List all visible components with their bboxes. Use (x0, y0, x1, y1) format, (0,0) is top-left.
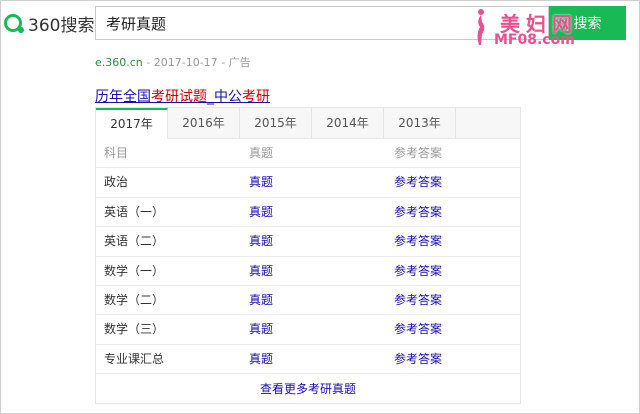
exam-link[interactable]: 真题 (249, 198, 273, 227)
table-row: 政治 真题 参考答案 (96, 168, 520, 198)
ad-title-part: 历年全国 (95, 89, 151, 105)
ad-title-keyword: 考研试题 (151, 89, 207, 105)
exam-link[interactable]: 真题 (249, 315, 273, 344)
exam-table: 科目 真题 参考答案 政治 真题 参考答案 英语（一） 真题 参考答案 英语（二… (96, 139, 520, 375)
more-exams-link[interactable]: 查看更多考研真题 (96, 375, 520, 403)
subject-cell: 英语（二） (104, 234, 165, 249)
answer-link[interactable]: 参考答案 (394, 227, 442, 256)
tab-2016[interactable]: 2016年 (168, 108, 240, 138)
table-row: 数学（一） 真题 参考答案 (96, 257, 520, 286)
answer-link[interactable]: 参考答案 (394, 198, 442, 227)
answer-link[interactable]: 参考答案 (394, 286, 442, 315)
table-row: 英语（一） 真题 参考答案 (96, 198, 520, 228)
subject-cell: 数学（二） (104, 292, 165, 307)
exam-link[interactable]: 真题 (249, 345, 273, 374)
ad-date: - 2017-10-17 (146, 56, 218, 69)
search-button[interactable]: 搜索 (549, 6, 626, 40)
site-logo[interactable]: 360搜索 (4, 10, 94, 36)
exam-link[interactable]: 真题 (249, 227, 273, 256)
ad-source-url[interactable]: e.360.cn (95, 56, 143, 69)
subject-cell: 政治 (104, 175, 129, 190)
answer-link[interactable]: 参考答案 (394, 257, 442, 286)
exam-link[interactable]: 真题 (249, 257, 273, 286)
tab-2017[interactable]: 2017年 (96, 108, 168, 139)
column-header-subject: 科目 (104, 146, 129, 160)
search-input[interactable] (96, 7, 548, 39)
logo-text: 360搜索 (28, 15, 95, 36)
table-row: 专业课汇总 真题 参考答案 (96, 345, 520, 375)
ad-title-keyword: 考研 (242, 89, 270, 105)
table-row: 数学（三） 真题 参考答案 (96, 315, 520, 345)
subject-cell: 数学（三） (104, 322, 165, 337)
exam-link[interactable]: 真题 (249, 168, 273, 197)
subject-cell: 英语（一） (104, 204, 165, 219)
logo-icon (4, 14, 24, 33)
subject-cell: 数学（一） (104, 263, 165, 278)
answer-link[interactable]: 参考答案 (394, 315, 442, 344)
column-header-answer: 参考答案 (394, 146, 443, 160)
column-header-exam: 真题 (249, 146, 274, 160)
answer-link[interactable]: 参考答案 (394, 345, 442, 374)
tab-2015[interactable]: 2015年 (240, 108, 312, 138)
ad-title-link[interactable]: 历年全国考研试题_中公考研 (95, 86, 270, 106)
table-header: 科目 真题 参考答案 (96, 139, 520, 169)
exam-link[interactable]: 真题 (249, 286, 273, 315)
year-tabs: 2017年 2016年 2015年 2014年 2013年 (96, 108, 520, 139)
tab-2014[interactable]: 2014年 (312, 108, 384, 138)
subject-cell: 专业课汇总 (104, 351, 165, 366)
tab-2013[interactable]: 2013年 (384, 108, 456, 138)
search-box[interactable] (95, 6, 549, 40)
answer-link[interactable]: 参考答案 (394, 168, 442, 197)
ad-meta: e.360.cn - 2017-10-17 - 广告 (95, 54, 251, 70)
ad-title-part: _中公 (207, 89, 242, 105)
table-row: 数学（二） 真题 参考答案 (96, 286, 520, 316)
ad-tag: - 广告 (221, 56, 251, 69)
exam-card: 2017年 2016年 2015年 2014年 2013年 科目 真题 参考答案… (95, 107, 521, 404)
table-row: 英语（二） 真题 参考答案 (96, 227, 520, 257)
search-header: 360搜索 搜索 美妇网 MF08.com (0, 0, 640, 48)
